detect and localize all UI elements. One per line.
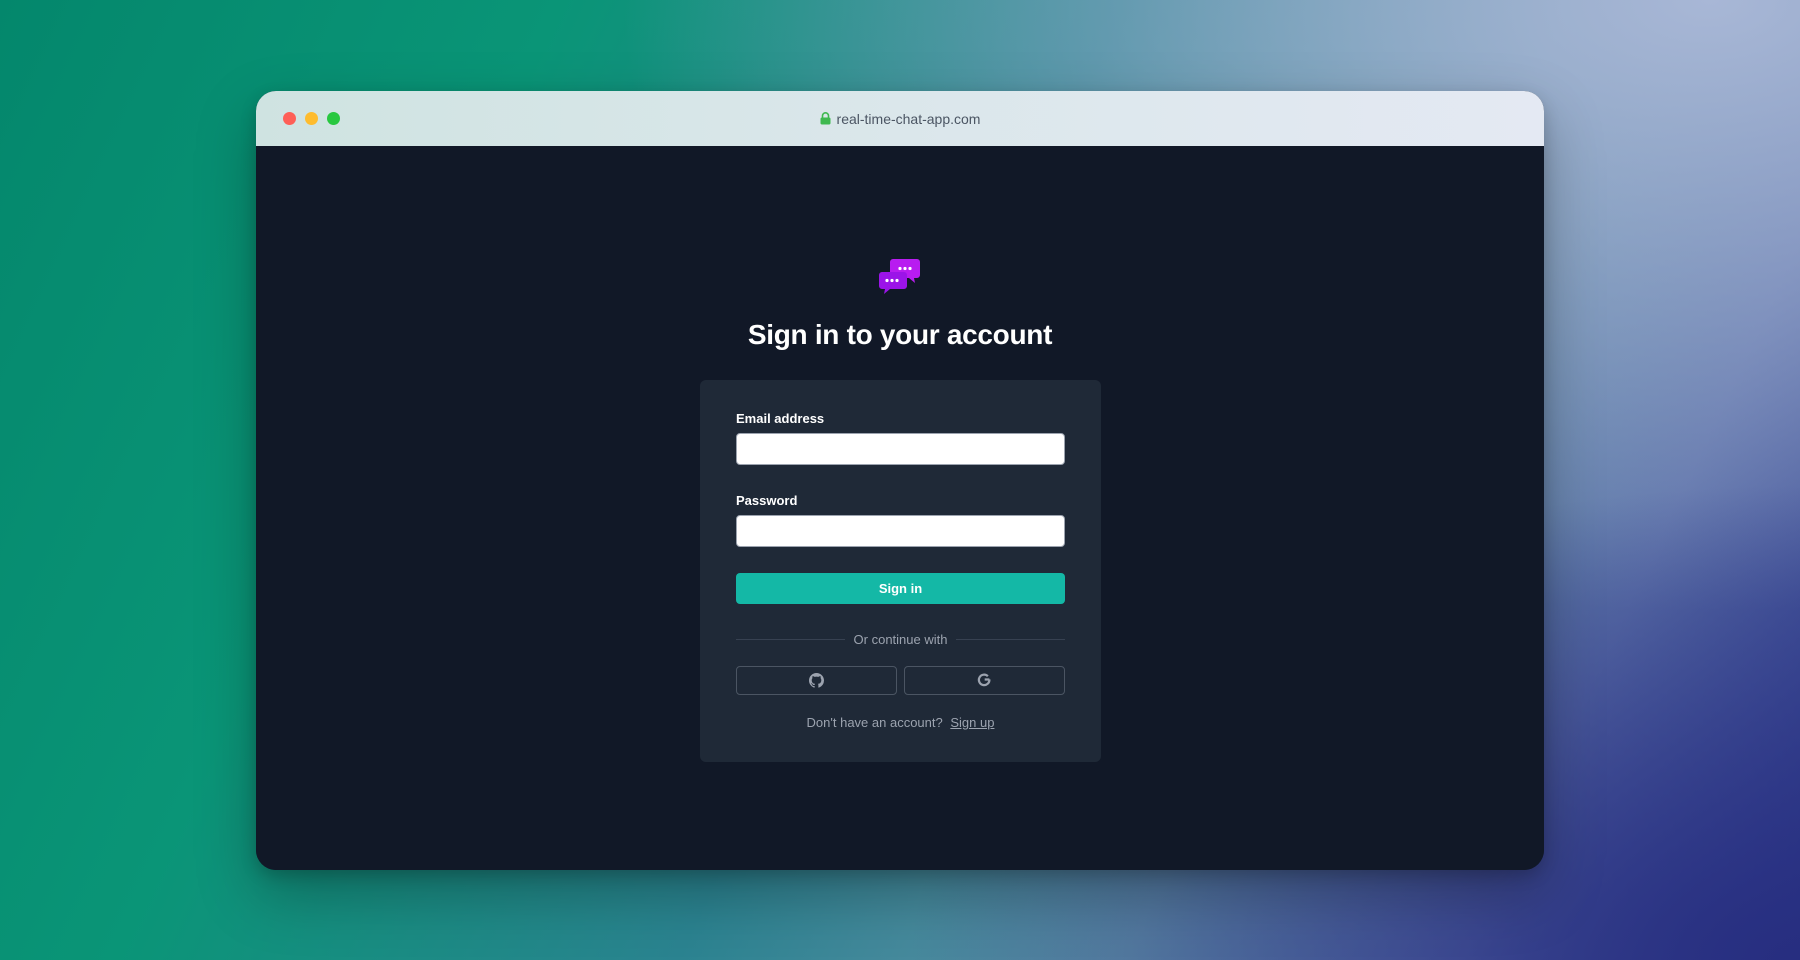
email-label: Email address [736,411,825,426]
sign-in-button[interactable]: Sign in [736,573,1065,604]
divider: Or continue with [736,629,1065,649]
google-icon [977,673,991,687]
address-bar[interactable]: real-time-chat-app.com [256,91,1544,146]
signup-prompt-text: Don't have an account? [806,715,943,730]
github-sign-in-button[interactable] [736,666,897,695]
url-text: real-time-chat-app.com [836,110,981,127]
sign-up-link[interactable]: Sign up [950,715,994,730]
page-title: Sign in to your account [747,319,1053,350]
password-field[interactable] [736,515,1065,547]
divider-text: Or continue with [853,631,948,647]
password-label: Password [736,493,798,508]
divider-line-right [956,638,1065,640]
google-sign-in-button[interactable] [904,666,1065,695]
signup-prompt: Don't have an account? Sign up [700,715,1101,730]
email-field[interactable] [736,433,1065,465]
divider-line-left [736,638,845,640]
browser-titlebar: real-time-chat-app.com [256,91,1544,146]
lock-icon [820,112,831,125]
github-icon [809,673,824,688]
signin-card: Email address Password Sign in Or contin… [700,380,1101,762]
page-content: Sign in to your account Email address Pa… [256,146,1544,870]
chat-bubbles-icon [879,259,920,294]
browser-window: real-time-chat-app.com Sign in to your a… [256,91,1544,870]
